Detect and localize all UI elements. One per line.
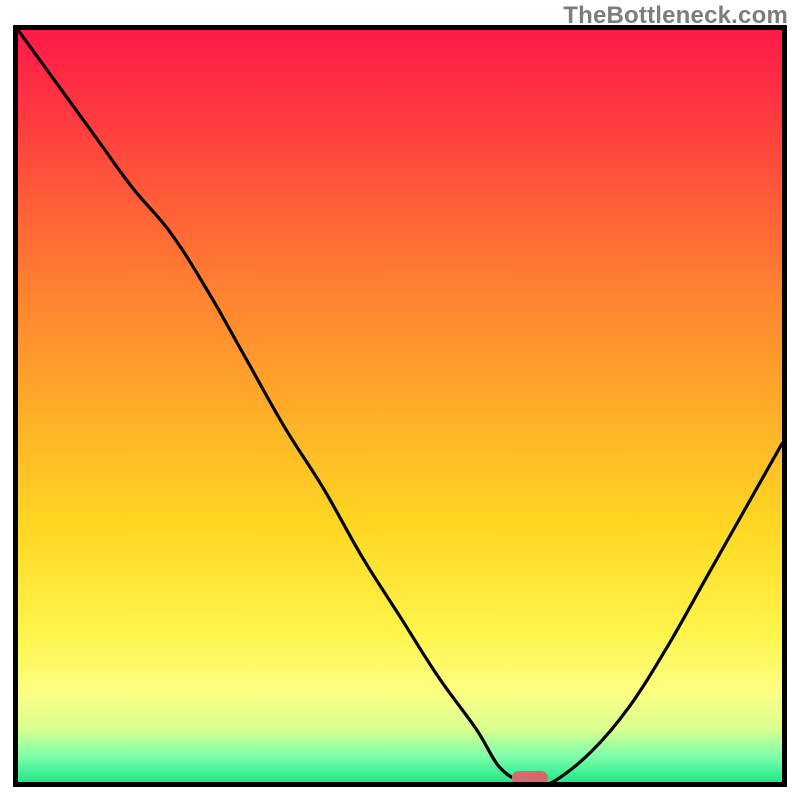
bottleneck-chart: [0, 0, 800, 800]
gradient-background: [18, 30, 782, 782]
watermark-text: TheBottleneck.com: [563, 2, 788, 30]
chart-frame: TheBottleneck.com: [0, 0, 800, 800]
